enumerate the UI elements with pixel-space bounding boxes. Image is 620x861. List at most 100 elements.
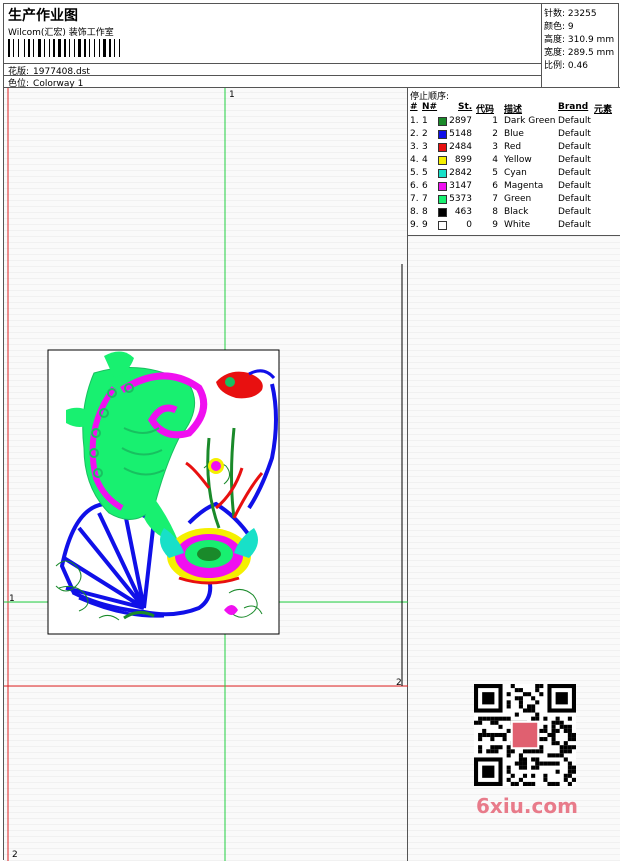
barcode-bar: [109, 39, 111, 57]
stat-color-count: 颜色: 9: [544, 22, 574, 32]
qr-module: [555, 720, 560, 725]
qr-module: [486, 716, 491, 721]
barcode-bar: [24, 39, 25, 57]
legend-row-color-swatch: [438, 208, 447, 217]
qr-module: [543, 724, 548, 729]
qr-module: [522, 692, 528, 697]
qr-module: [535, 712, 540, 717]
legend-row-description: Dark Green: [504, 116, 556, 126]
axis-marker-bottom: 2: [12, 850, 18, 860]
axis-marker-right: 2: [396, 678, 402, 688]
legend-row-needle: 4: [422, 155, 428, 165]
qr-module: [522, 781, 528, 786]
legend-row-code: 9: [492, 220, 498, 230]
qr-module: [482, 716, 487, 721]
legend-row-code: 8: [492, 207, 498, 217]
legend-row: 8. 8 463 8 Black Default: [408, 207, 620, 220]
stat-scale: 比例: 0.46: [544, 61, 588, 71]
legend-row-stitches: 2897: [449, 116, 472, 126]
qr-module: [563, 745, 568, 750]
qr-module: [506, 765, 511, 770]
qr-module: [555, 753, 560, 758]
stop-sequence-table: 停止顺序: # N# St. 代码 描述 Brand 元素 1. 1 2897 1 Da…: [408, 88, 620, 236]
qr-module: [506, 745, 511, 750]
barcode-bar: [107, 39, 108, 57]
qr-module: [559, 745, 564, 750]
qr-module: [486, 732, 491, 738]
qr-module: [518, 765, 523, 770]
qr-module: [522, 749, 528, 754]
legend-row-index: 2.: [410, 129, 419, 139]
qr-module: [531, 716, 536, 721]
qr-module: [478, 720, 483, 725]
legend-row-brand: Default: [558, 142, 591, 152]
axis-marker-top: 1: [229, 90, 235, 100]
qr-finder: [555, 692, 568, 705]
qr-module: [506, 777, 511, 782]
qr-module: [478, 716, 483, 721]
legend-row-description: Red: [504, 142, 522, 152]
qr-module: [539, 737, 544, 742]
qr-module: [535, 761, 540, 766]
qr-finder: [482, 692, 495, 705]
qr-module: [518, 757, 523, 762]
legend-row-color-swatch: [438, 195, 447, 204]
qr-module: [518, 688, 523, 693]
qr-module: [531, 704, 536, 709]
legend-row-needle: 6: [422, 181, 428, 191]
qr-module: [567, 765, 572, 770]
legend-row: 1. 1 2897 1 Dark Green Default: [408, 116, 620, 129]
barcode-bar: [82, 39, 83, 57]
legend-row-color-swatch: [438, 182, 447, 191]
barcode-bar: [51, 39, 52, 57]
qr-module: [543, 728, 548, 733]
barcode-bar: [8, 39, 10, 57]
qr-module: [510, 773, 515, 778]
qr-module: [506, 716, 511, 721]
legend-row-description: Cyan: [504, 168, 527, 178]
barcode-bar: [89, 39, 90, 57]
qr-finder: [482, 765, 495, 778]
qr-module: [551, 720, 556, 725]
qr-module: [539, 749, 544, 754]
barcode-bar: [38, 39, 41, 57]
qr-module: [559, 720, 564, 725]
legend-row-index: 1.: [410, 116, 419, 126]
legend-row-color-swatch: [438, 130, 447, 139]
qr-module: [559, 724, 564, 729]
barcode-bar: [101, 39, 102, 57]
qr-module: [535, 765, 540, 770]
barcode-bar: [13, 39, 14, 57]
qr-module: [490, 716, 495, 721]
qr-module: [506, 753, 511, 758]
qr-module: [535, 749, 540, 754]
qr-module: [567, 732, 572, 738]
qr-module: [494, 749, 499, 754]
col-header-brand: Brand: [558, 102, 589, 112]
legend-row-color-swatch: [438, 169, 447, 178]
watermark-logo: 6xiu.com: [476, 794, 578, 818]
stop-sequence-title: 停止顺序:: [410, 92, 450, 102]
legend-row-index: 5.: [410, 168, 419, 178]
barcode-bar: [67, 39, 68, 57]
barcode-bar: [58, 39, 61, 57]
qr-module: [510, 684, 515, 689]
col-header-code: 代码: [476, 105, 495, 115]
qr-module: [514, 696, 519, 701]
qr-module: [563, 757, 568, 762]
legend-row-brand: Default: [558, 181, 591, 191]
design-canvas[interactable]: 1 1 2 2: [4, 88, 408, 861]
qr-module: [571, 745, 576, 750]
barcode-bar: [76, 39, 77, 57]
barcode-bar: [49, 39, 50, 57]
qr-module: [490, 745, 495, 750]
design-stats: 针数: 23255 颜色: 9 高度: 310.9 mm 宽度: 289.5 m…: [542, 4, 620, 88]
qr-module: [486, 749, 491, 754]
col-header-element: 元素: [594, 105, 613, 115]
qr-module: [551, 753, 556, 758]
qr-module: [563, 777, 568, 782]
qr-module: [563, 741, 568, 746]
qr-module: [567, 769, 572, 774]
qr-module: [474, 720, 479, 725]
qr-module: [539, 761, 544, 766]
